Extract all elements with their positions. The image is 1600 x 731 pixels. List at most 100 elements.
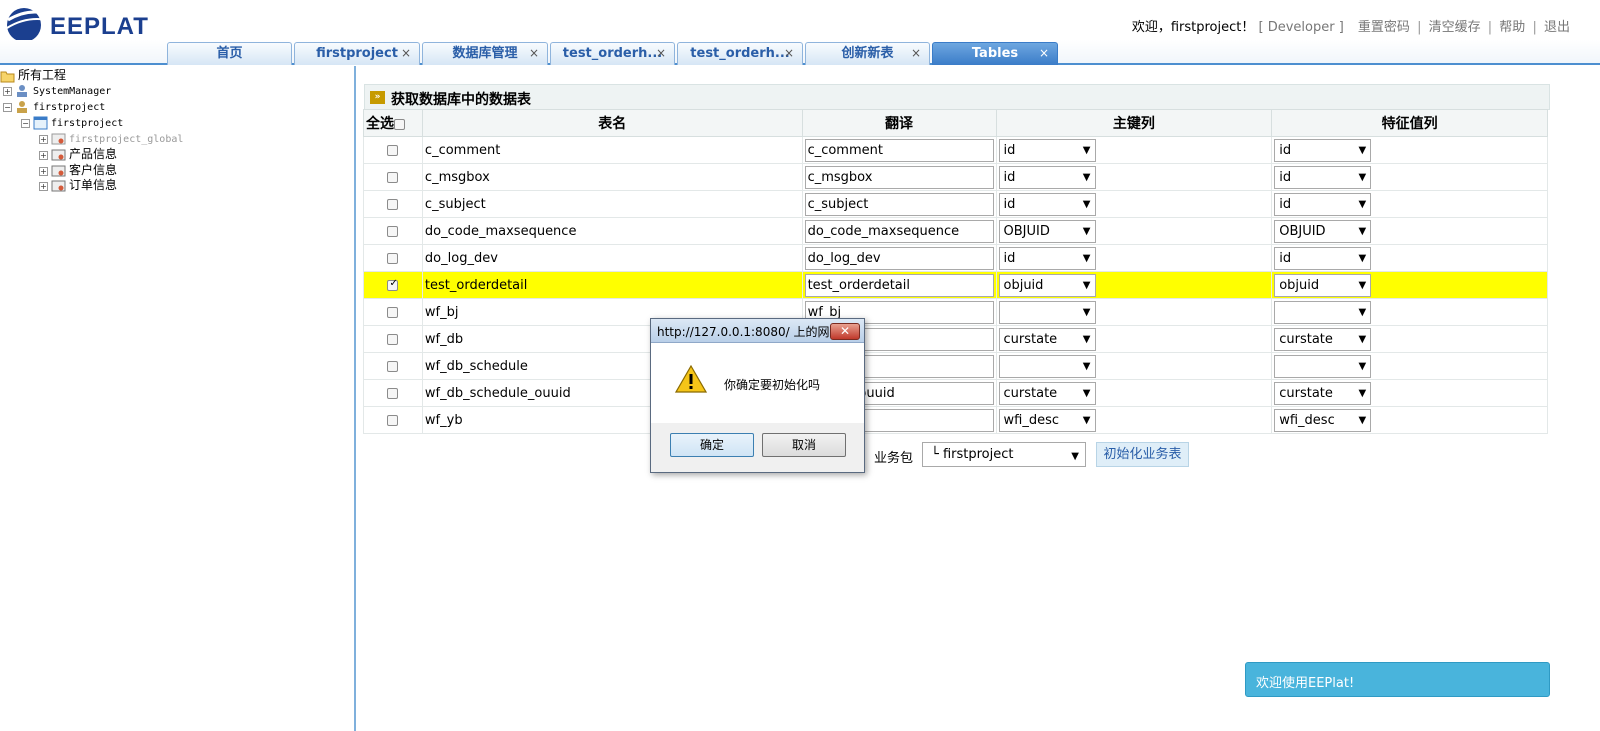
feature-value-select[interactable]: OBJUID ▼ [1274,219,1372,243]
close-icon[interactable]: × [529,43,539,64]
table-row[interactable]: wf_db_schedule_ouuidnedule_ouuidcurstate… [363,379,1548,407]
primary-key-select[interactable]: OBJUID ▼ [998,219,1096,243]
collapse-icon[interactable]: − [3,102,12,112]
close-icon[interactable]: × [784,43,794,64]
expand-icon[interactable]: + [39,166,48,176]
row-checkbox[interactable] [387,387,399,399]
table-row[interactable]: wf_db_schedulenedule▼▼ [363,352,1548,380]
feature-value-cell: id ▼ [1271,136,1548,164]
clear-cache-link[interactable]: 清空缓存 [1429,20,1481,35]
tab-home[interactable]: 首页 [167,42,292,65]
logout-link[interactable]: 退出 [1544,20,1570,35]
row-checkbox[interactable] [387,306,399,318]
dropdown-arrow-icon: ▼ [1358,306,1367,318]
feature-value-cell: wfi_desc ▼ [1271,406,1548,434]
collapse-icon[interactable]: − [21,118,30,128]
feature-value-select[interactable]: curstate ▼ [1274,381,1372,405]
primary-key-select[interactable]: ▼ [998,354,1096,378]
dropdown-arrow-icon: ▼ [1358,279,1367,291]
primary-key-select[interactable]: id ▼ [998,165,1096,189]
init-business-table-button[interactable]: 初始化业务表 [1096,442,1189,467]
translation-input[interactable]: c_msgbox [804,165,994,189]
expand-icon[interactable]: + [39,150,48,160]
tree-item-all-projects[interactable]: 所有工程 [0,67,66,83]
row-checkbox[interactable] [387,278,399,291]
table-row[interactable]: wf_db curstate ▼ curstate ▼ [363,325,1548,353]
row-checkbox[interactable] [387,198,399,210]
row-checkbox[interactable] [387,225,399,237]
feature-value-select[interactable]: objuid ▼ [1274,273,1372,297]
table-row[interactable]: do_code_maxsequence do_code_maxsequence OB… [363,217,1548,245]
feature-value-select[interactable]: id ▼ [1274,165,1372,189]
table-row[interactable]: test_orderdetailtest_orderdetailobjuid▼o… [363,271,1548,299]
feature-value-select[interactable]: id ▼ [1274,138,1372,162]
select-all-checkbox[interactable] [394,118,405,130]
translation-input[interactable]: test_orderdetail [804,273,994,297]
module-icon [51,179,66,193]
table-row[interactable]: c_comment c_comment id ▼ id ▼ [363,136,1548,164]
reset-password-link[interactable]: 重置密码 [1358,20,1410,35]
primary-key-select[interactable]: objuid ▼ [998,273,1096,297]
translation-input[interactable]: c_comment [804,138,994,162]
help-link[interactable]: 帮助 [1499,20,1525,35]
grid-header-row: 全选 表名 翻译 主键列 特征值列 [363,109,1548,137]
table-name-cell: test_orderdetail [421,271,803,299]
feature-value-select[interactable]: curstate ▼ [1274,327,1372,351]
tab-firstproject[interactable]: firstproject × [294,42,420,65]
tree-item-order[interactable]: + 订单信息 [39,177,117,193]
dialog-close-button[interactable]: ✕ [830,323,860,340]
tree-item-product[interactable]: + 产品信息 [39,146,117,162]
close-icon[interactable]: × [401,43,411,64]
row-checkbox[interactable] [387,333,399,345]
primary-key-select[interactable]: id ▼ [998,246,1096,270]
cancel-button[interactable]: 取消 [762,433,846,457]
tree-item-global[interactable]: + firstproject_global [39,131,183,147]
close-icon[interactable]: × [656,43,666,64]
expand-icon[interactable]: + [3,86,12,96]
tab-test-orderh-1[interactable]: test_orderh... × [550,42,675,65]
table-row[interactable]: wf_bj wf_bj ▼ ▼ [363,298,1548,326]
tab-create-new-table[interactable]: 创新新表 × [805,42,930,65]
tab-database-management[interactable]: 数据库管理 × [422,42,548,65]
primary-key-value: id [1003,169,1016,185]
table-row[interactable]: wf_yb wfi_desc ▼ wfi_desc ▼ [363,406,1548,434]
row-checkbox[interactable] [387,360,399,372]
primary-key-select[interactable]: curstate ▼ [998,327,1096,351]
primary-key-select[interactable]: ▼ [998,300,1096,324]
row-checkbox[interactable] [387,144,399,156]
tree-item-firstproject[interactable]: − firstproject [3,99,105,115]
role-link[interactable]: [ Developer ] [1259,20,1344,35]
expand-icon[interactable]: + [39,134,48,144]
translation-input[interactable]: c_subject [804,192,994,216]
expand-icon[interactable]: + [39,181,48,191]
logo[interactable]: EEPLAT [4,4,154,44]
tab-test-orderh-2[interactable]: test_orderh... × [677,42,803,65]
feature-value-select[interactable]: ▼ [1274,300,1372,324]
table-row[interactable]: c_subject c_subject id ▼ id ▼ [363,190,1548,218]
feature-value-select[interactable]: ▼ [1274,354,1372,378]
tree-item-systemmanager[interactable]: + SystemManager [3,83,111,99]
feature-value-select[interactable]: id ▼ [1274,246,1372,270]
row-checkbox[interactable] [387,252,399,264]
ok-button[interactable]: 确定 [670,433,754,457]
translation-input[interactable]: do_code_maxsequence [804,219,994,243]
package-select[interactable]: └ firstproject ▼ [922,442,1086,467]
primary-key-select[interactable]: curstate ▼ [998,381,1096,405]
tab-tables[interactable]: Tables × [932,42,1058,65]
warning-icon [674,364,708,397]
row-checkbox[interactable] [387,171,399,183]
tree-item-customer[interactable]: + 客户信息 [39,162,117,178]
primary-key-select[interactable]: id ▼ [998,138,1096,162]
feature-value-select[interactable]: id ▼ [1274,192,1372,216]
primary-key-select[interactable]: wfi_desc ▼ [998,408,1096,432]
translation-input[interactable]: do_log_dev [804,246,994,270]
primary-key-select[interactable]: id ▼ [998,192,1096,216]
table-row[interactable]: c_msgbox c_msgbox id ▼ id ▼ [363,163,1548,191]
feature-value-select[interactable]: wfi_desc ▼ [1274,408,1372,432]
feature-value-value: objuid [1279,277,1320,293]
row-checkbox[interactable] [387,414,399,426]
tree-item-firstproject-child[interactable]: − firstproject [21,115,123,131]
table-row[interactable]: do_log_dev do_log_dev id ▼ id ▼ [363,244,1548,272]
close-icon[interactable]: × [1039,43,1049,64]
close-icon[interactable]: × [911,43,921,64]
